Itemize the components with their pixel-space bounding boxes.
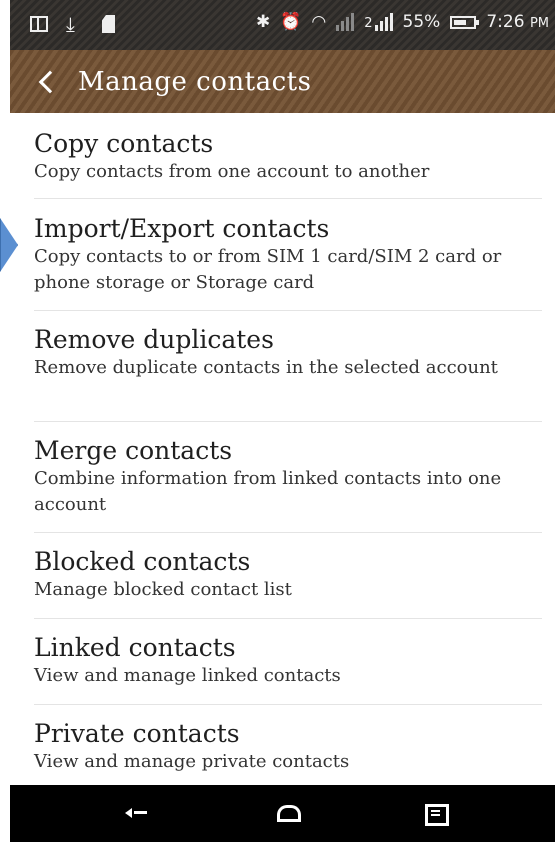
- wifi-icon: ◠: [311, 12, 327, 32]
- clock-time: 7:26: [486, 12, 525, 32]
- back-nav-icon[interactable]: [122, 799, 152, 827]
- notification-icon: [30, 16, 48, 32]
- pointer-arrow-icon: [0, 218, 18, 272]
- app-bar: Manage contacts: [10, 50, 555, 113]
- clock-suffix: PM: [529, 16, 549, 31]
- menu-item-linked-contacts[interactable]: Linked contacts View and manage linked c…: [34, 619, 542, 705]
- home-nav-icon[interactable]: [273, 799, 303, 827]
- battery-percent: 55%: [402, 12, 441, 32]
- menu-item-description: Copy contacts from one account to anothe…: [34, 161, 430, 182]
- menu-item-private-contacts[interactable]: Private contacts View and manage private…: [34, 705, 542, 785]
- battery-icon: [450, 15, 480, 29]
- menu-item-copy-contacts[interactable]: Copy contacts Copy contacts from one acc…: [34, 113, 542, 199]
- clock: 7:26 PM: [486, 12, 549, 32]
- download-icon: ⤓: [66, 12, 75, 36]
- manage-contacts-list: Copy contacts Copy contacts from one acc…: [34, 113, 542, 785]
- menu-item-blocked-contacts[interactable]: Blocked contacts Manage blocked contact …: [34, 533, 542, 619]
- status-bar: ⤓ ✱ ⏰ ◠ 2 55% 7:26 PM: [10, 0, 555, 50]
- sim2-label: 2: [364, 16, 373, 31]
- signal-icon-sim1: [336, 13, 355, 31]
- menu-item-title: Remove duplicates: [34, 325, 274, 354]
- menu-item-description: Manage blocked contact list: [34, 579, 292, 600]
- menu-item-import-export-contacts[interactable]: Import/Export contacts Copy contacts to …: [34, 199, 542, 311]
- recents-nav-icon[interactable]: [422, 799, 452, 827]
- back-arrow-icon[interactable]: [36, 70, 60, 94]
- navigation-bar: [10, 785, 555, 842]
- signal-icon-sim2: [374, 13, 393, 31]
- menu-item-remove-duplicates[interactable]: Remove duplicates Remove duplicate conta…: [34, 311, 542, 422]
- menu-item-title: Linked contacts: [34, 633, 236, 662]
- page-title: Manage contacts: [78, 66, 312, 97]
- menu-item-title: Import/Export contacts: [34, 214, 330, 243]
- alarm-icon: ⏰: [280, 12, 302, 32]
- menu-item-description: Combine information from linked contacts…: [34, 468, 502, 515]
- bluetooth-icon: ✱: [256, 12, 271, 32]
- menu-item-description: Copy contacts to or from SIM 1 card/SIM …: [34, 246, 502, 293]
- menu-item-title: Copy contacts: [34, 129, 214, 158]
- menu-item-title: Blocked contacts: [34, 547, 251, 576]
- menu-item-description: Remove duplicate contacts in the selecte…: [34, 357, 498, 378]
- menu-item-title: Merge contacts: [34, 436, 233, 465]
- menu-item-description: View and manage private contacts: [34, 751, 350, 772]
- menu-item-title: Private contacts: [34, 719, 240, 748]
- menu-item-merge-contacts[interactable]: Merge contacts Combine information from …: [34, 422, 542, 533]
- sd-card-icon: [102, 15, 115, 33]
- menu-item-description: View and manage linked contacts: [34, 665, 341, 686]
